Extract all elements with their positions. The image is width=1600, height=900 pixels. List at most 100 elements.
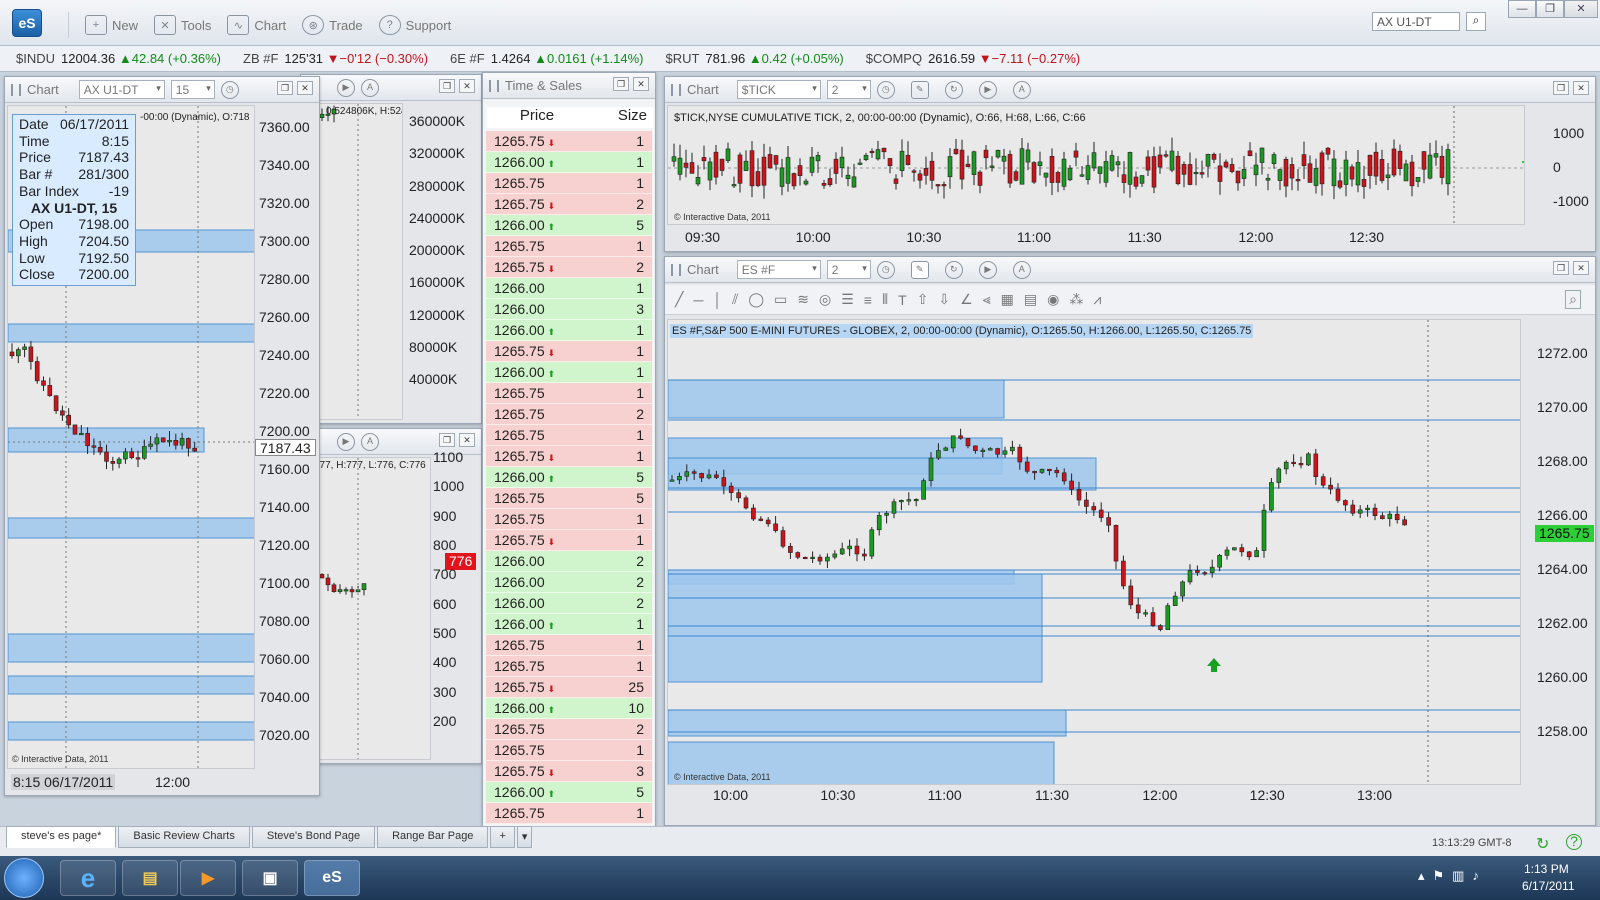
eye-icon[interactable]: ◉ (1047, 291, 1059, 308)
restore-icon[interactable]: ❐ (277, 81, 293, 95)
ts-row[interactable]: 1265.75 ⬇ 2 (486, 194, 652, 215)
trendline-icon[interactable]: ╱ (675, 291, 683, 308)
ts-row[interactable]: 1265.75 2 (486, 404, 652, 425)
target-icon[interactable]: ◎ (819, 291, 831, 308)
pencil-icon[interactable]: ✎ (910, 260, 929, 279)
fan-icon[interactable]: ⪡ (983, 291, 991, 308)
ts-row[interactable]: 1266.00 ⬆ 1 (486, 362, 652, 383)
maximize-button[interactable]: ❐ (1536, 0, 1564, 18)
add-tab-button[interactable]: + (490, 826, 515, 848)
ts-row[interactable]: 1266.00 ⬆ 1 (486, 152, 652, 173)
menu-new[interactable]: + New (85, 15, 138, 35)
ellipse-icon[interactable]: ◯ (748, 291, 764, 308)
ts-col-price[interactable]: Price (487, 107, 587, 128)
restore-icon[interactable]: ❐ (1553, 81, 1569, 95)
ts-row[interactable]: 1265.75 ⬇ 1 (486, 446, 652, 467)
clock-icon[interactable]: ◷ (220, 80, 239, 99)
symbol-search-input[interactable]: AX U1-DT (1372, 12, 1460, 31)
ts-row[interactable]: 1265.75 ⬇ 3 (486, 761, 652, 782)
alert-icon[interactable]: A (1012, 260, 1031, 279)
ts-row[interactable]: 1266.00 ⬆ 5 (486, 782, 652, 803)
channel-icon[interactable]: ⫽ (732, 291, 738, 308)
close-icon[interactable]: ✕ (459, 433, 475, 447)
zoom-icon[interactable]: ⌕ (1565, 290, 1581, 309)
restore-icon[interactable]: ❐ (613, 77, 629, 91)
restore-icon[interactable]: ❐ (439, 433, 455, 447)
zigzag-icon[interactable]: ⩘ (1093, 291, 1101, 308)
close-icon[interactable]: ✕ (297, 81, 313, 95)
close-button[interactable]: ✕ (1564, 0, 1598, 18)
ticker-item[interactable]: $COMPQ 2616.59 ▼−7.11 (−0.27%) (866, 51, 1081, 66)
ts-row[interactable]: 1265.75 ⬇ 1 (486, 341, 652, 362)
ticker-item[interactable]: ZB #F 125'31 ▼−0'12 (−0.30%) (243, 51, 428, 66)
ticker-item[interactable]: $RUT 781.96 ▲0.42 (+0.05%) (665, 51, 843, 66)
ax-plot[interactable]: -00:00 (Dynamic), O:718 Date 06/17/2011 T… (7, 105, 255, 769)
tab-steves-es-page[interactable]: steve's es page* (6, 826, 117, 848)
ts-row[interactable]: 1266.00 ⬆ 5 (486, 467, 652, 488)
tick-main-plot[interactable]: $TICK,NYSE CUMULATIVE TICK, 2, 00:00-00:… (667, 105, 1525, 225)
ts-row[interactable]: 1265.75 1 (486, 635, 652, 656)
ts-row[interactable]: 1266.00 2 (486, 572, 652, 593)
fib-icon[interactable]: ☰ (841, 291, 854, 308)
arrow-down-icon[interactable]: ⇩ (938, 291, 950, 308)
app-logo[interactable]: eS (12, 9, 42, 37)
tick-symbol-dropdown[interactable]: $TICK (736, 80, 821, 99)
cycles-icon[interactable]: ⦀ (882, 291, 888, 308)
ts-row[interactable]: 1265.75 1 (486, 383, 652, 404)
ie-taskbar-icon[interactable]: e (60, 860, 116, 896)
grid-icon[interactable]: ▦ (1001, 291, 1014, 308)
ticker-item[interactable]: 6E #F 1.4264 ▲0.0161 (+1.14%) (450, 51, 643, 66)
connection-icon[interactable]: ↻ (1536, 834, 1549, 854)
close-icon[interactable]: ✕ (1573, 81, 1589, 95)
arrow-up-icon[interactable]: ⇧ (917, 291, 929, 308)
play-icon[interactable]: ▶ (978, 260, 997, 279)
ts-row[interactable]: 1265.75 2 (486, 719, 652, 740)
ts-row[interactable]: 1265.75 1 (486, 509, 652, 530)
menu-tools[interactable]: ✕ Tools (154, 15, 211, 35)
alert-icon[interactable]: A (361, 78, 379, 97)
media-taskbar-icon[interactable]: ▶ (180, 860, 236, 896)
ts-row[interactable]: 1266.00 2 (486, 551, 652, 572)
clock-icon[interactable]: ◷ (876, 80, 895, 99)
levels-icon[interactable]: ≡ (864, 292, 872, 308)
ts-row[interactable]: 1265.75 1 (486, 173, 652, 194)
tick-plot[interactable]: 777, H:777, L:776, C:776 (311, 457, 431, 760)
explorer-taskbar-icon[interactable]: ▤ (122, 860, 178, 896)
tab-bond-page[interactable]: Steve's Bond Page (251, 826, 376, 848)
ts-row[interactable]: 1265.75 ⬇ 25 (486, 677, 652, 698)
angle-icon[interactable]: ∠ (960, 291, 973, 308)
menu-support[interactable]: ? Support (378, 15, 451, 35)
refresh-icon[interactable]: ↻ (944, 80, 963, 99)
close-icon[interactable]: ✕ (633, 77, 649, 91)
mob-icon[interactable]: ▤ (1024, 291, 1037, 308)
network-taskbar-icon[interactable]: ▣ (242, 860, 298, 896)
restore-icon[interactable]: ❐ (1553, 261, 1569, 275)
ts-row[interactable]: 1265.75 1 (486, 803, 652, 824)
ts-row[interactable]: 1266.00 ⬆ 1 (486, 320, 652, 341)
ts-row[interactable]: 1265.75 1 (486, 656, 652, 677)
pti-icon[interactable]: ⁂ (1069, 291, 1083, 308)
minimize-button[interactable]: — (1508, 0, 1536, 18)
ts-row[interactable]: 1266.00 ⬆ 5 (486, 215, 652, 236)
tab-basic-review[interactable]: Basic Review Charts (118, 826, 250, 848)
ts-row[interactable]: 1265.75 1 (486, 425, 652, 446)
es-plot[interactable]: ES #F,S&P 500 E-MINI FUTURES - GLOBEX, 2… (667, 319, 1521, 785)
clock-icon[interactable]: ◷ (876, 260, 895, 279)
ts-row[interactable]: 1265.75 1 (486, 740, 652, 761)
search-icon[interactable]: ⌕ (1466, 12, 1486, 31)
volume-plot[interactable]: 0:524806K, H:524 (311, 103, 403, 420)
es-interval-dropdown[interactable]: 2 (826, 260, 871, 279)
refresh-icon[interactable]: ↻ (944, 260, 963, 279)
menu-chart[interactable]: ∿ Chart (227, 15, 286, 35)
ts-row[interactable]: 1266.00 ⬆ 10 (486, 698, 652, 719)
restore-icon[interactable]: ❐ (439, 79, 455, 93)
tab-range-bar[interactable]: Range Bar Page (377, 826, 489, 848)
alert-icon[interactable]: A (1012, 80, 1031, 99)
play-icon[interactable]: ▶ (337, 78, 355, 97)
text-icon[interactable]: T (898, 292, 907, 308)
play-icon[interactable]: ▶ (978, 80, 997, 99)
ts-row[interactable]: 1265.75 1 (486, 236, 652, 257)
alert-icon[interactable]: A (361, 432, 379, 451)
pencil-icon[interactable]: ✎ (910, 80, 929, 99)
close-icon[interactable]: ✕ (459, 79, 475, 93)
